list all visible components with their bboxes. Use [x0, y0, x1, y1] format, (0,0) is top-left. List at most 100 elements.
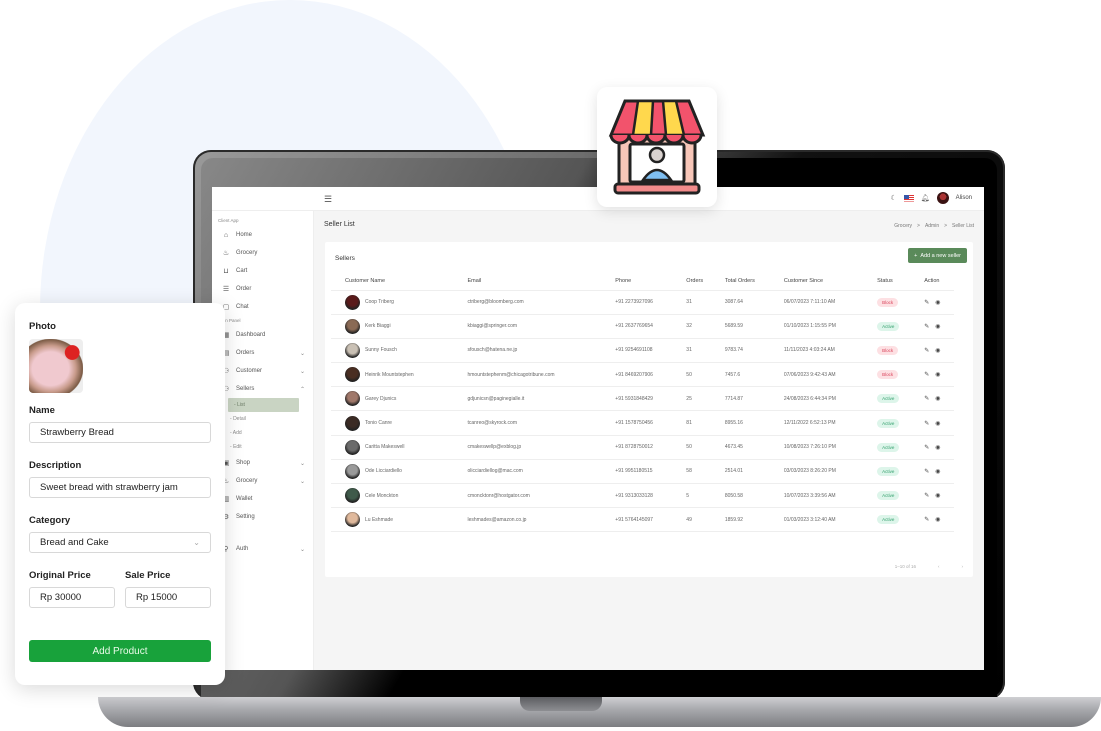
edit-icon[interactable]: ✎ [924, 516, 929, 523]
language-flag-icon[interactable] [903, 194, 914, 202]
sidebar-item-wallet[interactable]: ▥ Wallet [212, 490, 313, 508]
edit-icon[interactable]: ✎ [924, 347, 929, 354]
category-select[interactable]: Bread and Cake ⌄ [29, 532, 211, 553]
table-row[interactable]: Kerk Biaggi kbiaggi@springer.com +91 26377… [331, 314, 954, 339]
menu-icon[interactable]: ☰ [324, 194, 332, 205]
breadcrumb-admin[interactable]: Admin [925, 223, 939, 229]
status-badge: Active [877, 466, 900, 476]
sidebar-sub-list[interactable]: - List [228, 398, 299, 412]
table-row[interactable]: Garey Djunics gdjunicsn@paginegialle.it +9… [331, 386, 954, 412]
table-row[interactable]: Cele Monckton cmoncktonr@hostgator.com +91… [331, 483, 954, 509]
user-avatar[interactable] [936, 192, 949, 204]
sidebar-section-client: Client App [218, 218, 239, 223]
view-icon[interactable]: ◉ [935, 323, 940, 330]
edit-icon[interactable]: ✎ [924, 299, 929, 306]
sidebar-item-customer[interactable]: ⚇ Customer ⌄ [212, 362, 313, 380]
view-icon[interactable]: ◉ [935, 420, 940, 427]
sidebar-item-auth[interactable]: ⚲ Auth ⌄ [212, 540, 313, 558]
breadcrumb: Grocery > Admin > Seller List [894, 223, 974, 229]
original-price-input[interactable]: Rp 30000 [29, 587, 115, 608]
sidebar-sub-detail[interactable]: - Detail [212, 412, 313, 426]
status-badge: Block [877, 297, 899, 307]
add-product-button[interactable]: Add Product [29, 640, 211, 662]
view-icon[interactable]: ◉ [935, 444, 940, 451]
sidebar-item-shop[interactable]: ▣ Shop ⌄ [212, 454, 313, 472]
edit-icon[interactable]: ✎ [924, 323, 929, 330]
view-icon[interactable]: ◉ [935, 395, 940, 402]
add-seller-button[interactable]: + Add a new seller [908, 248, 967, 263]
view-icon[interactable]: ◉ [935, 516, 940, 523]
table-row[interactable]: Heinrik Mountstephen hmountstephenm@chica… [331, 362, 954, 388]
sidebar-sub-edit[interactable]: - Edit [212, 440, 313, 454]
table-row[interactable]: Sunny Fousch sfousch@hatena.ne.jp +91 9254… [331, 338, 954, 364]
edit-icon[interactable]: ✎ [924, 444, 929, 451]
seller-orders: 32 [678, 314, 717, 339]
card-title: Sellers [335, 255, 355, 262]
dark-mode-icon[interactable]: ☾ [890, 194, 896, 202]
view-icon[interactable]: ◉ [935, 299, 940, 306]
column-header: Orders [678, 272, 717, 291]
sidebar-section-admin: Main Panel [218, 318, 241, 323]
column-header: Action [916, 272, 954, 291]
category-label: Category [29, 515, 71, 526]
edit-icon[interactable]: ✎ [924, 395, 929, 402]
seller-name: Cele Monckton [365, 492, 399, 499]
sidebar-item-home[interactable]: ⌂ Home [212, 226, 313, 244]
edit-icon[interactable]: ✎ [924, 420, 929, 427]
chevron-down-icon: ⌄ [299, 350, 305, 357]
list-icon: ☰ [222, 286, 230, 293]
edit-icon[interactable]: ✎ [924, 492, 929, 499]
seller-avatar [345, 342, 360, 358]
status-badge: Active [877, 515, 900, 525]
breadcrumb-grocery[interactable]: Grocery [894, 223, 912, 229]
seller-total-orders: 3087.64 [716, 290, 776, 315]
table-row[interactable]: Coop Triberg ctriberg@bloomberg.com +91 22… [331, 290, 954, 315]
table-row[interactable]: Caritta Makeswell cmakeswellp@exblog.jp +9… [331, 435, 954, 460]
edit-icon[interactable]: ✎ [924, 371, 929, 378]
sale-price-input[interactable]: Rp 15000 [125, 587, 211, 608]
column-header: Total Orders [716, 272, 776, 291]
seller-name: Sunny Fousch [365, 347, 397, 354]
view-icon[interactable]: ◉ [935, 347, 940, 354]
table-row[interactable]: Ode Licciardiello olicciardiellog@mac.com… [331, 459, 954, 485]
sidebar-item-grocery-admin[interactable]: ♨ Grocery ⌄ [212, 472, 313, 490]
name-input[interactable]: Strawberry Bread [29, 422, 211, 443]
seller-name: Lu Eshmade [365, 516, 394, 523]
breadcrumb-seller-list: Seller List [952, 223, 974, 229]
seller-avatar [345, 318, 360, 334]
seller-name: Tonio Canre [365, 420, 392, 427]
seller-name: Heinrik Mountstephen [365, 371, 414, 378]
seller-email: ctriberg@bloomberg.com [459, 290, 608, 315]
sidebar-item-dashboard[interactable]: ▦ Dashboard [212, 326, 313, 344]
seller-avatar [345, 512, 360, 528]
seller-total-orders: 7714.87 [716, 386, 776, 412]
seller-avatar [345, 463, 360, 479]
view-icon[interactable]: ◉ [935, 468, 940, 475]
prev-page-button[interactable]: ‹ [938, 564, 940, 569]
sidebar-item-orders[interactable]: ▤ Orders ⌄ [212, 344, 313, 362]
sidebar-item-cart[interactable]: ⊔ Cart [212, 262, 313, 280]
table-row[interactable]: Tonio Canre tcanreo@skyrock.com +91 157875… [331, 410, 954, 436]
main-content: Seller List Grocery > Admin > Seller Lis… [314, 211, 984, 670]
sidebar-item-order[interactable]: ☰ Order [212, 280, 313, 298]
sidebar-item-setting[interactable]: ⚙ Setting [212, 508, 313, 526]
seller-phone: +91 5764145097 [607, 507, 679, 533]
seller-orders: 50 [678, 362, 717, 388]
view-icon[interactable]: ◉ [935, 371, 940, 378]
edit-icon[interactable]: ✎ [924, 468, 929, 475]
user-name[interactable]: Alison [956, 195, 972, 201]
table-row[interactable]: Lu Eshmade leshmades@amazon.co.jp +91 5764… [331, 507, 954, 533]
view-icon[interactable]: ◉ [935, 492, 940, 499]
home-icon: ⌂ [223, 231, 229, 239]
chevron-down-icon: ⌄ [299, 478, 305, 485]
product-photo[interactable] [29, 339, 83, 393]
sidebar-item-grocery[interactable]: ♨ Grocery [212, 244, 313, 262]
next-page-button[interactable]: › [962, 564, 964, 569]
seller-total-orders: 9783.74 [716, 338, 776, 364]
seller-avatar [345, 367, 360, 383]
description-input[interactable]: Sweet bread with strawberry jam [29, 477, 211, 498]
bell-icon[interactable]: 🔔︎ [921, 194, 930, 202]
sidebar-item-sellers[interactable]: ⚇ Sellers ⌃ [212, 380, 313, 398]
sidebar-item-chat[interactable]: ▢ Chat [212, 298, 313, 316]
sidebar-sub-add[interactable]: - Add [212, 426, 313, 440]
